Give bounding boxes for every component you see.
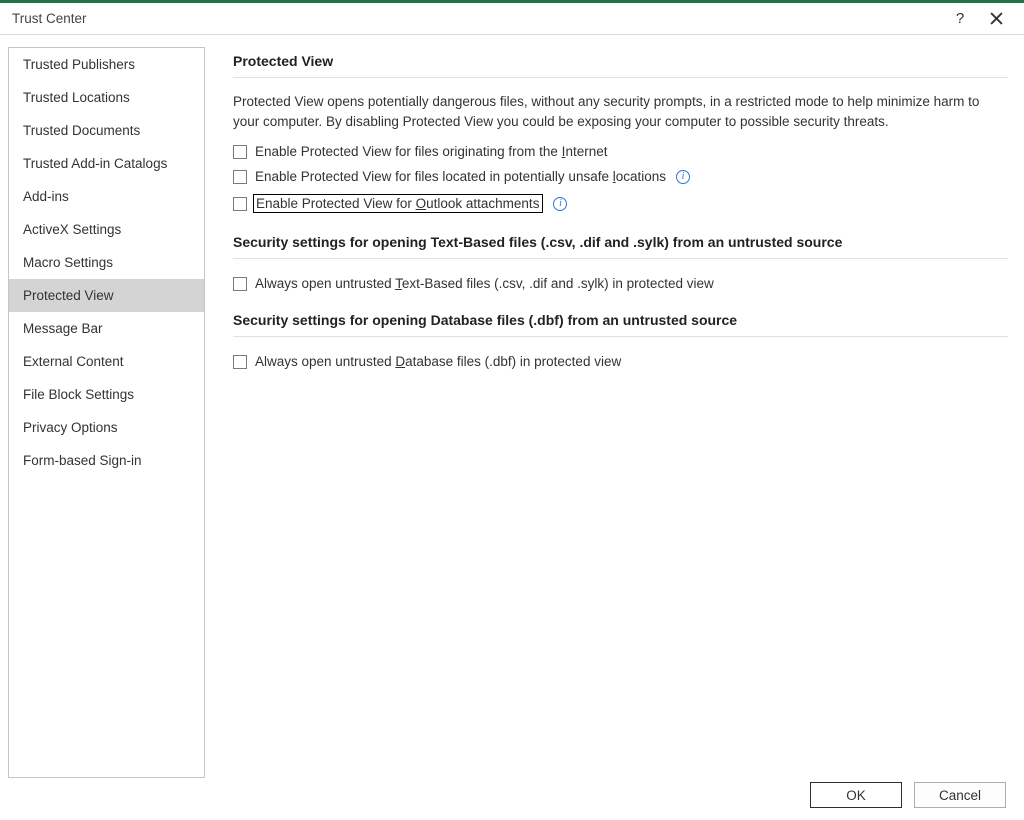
protected-view-description: Protected View opens potentially dangero…	[233, 92, 1008, 131]
sidebar-item-privacy-options[interactable]: Privacy Options	[9, 411, 204, 444]
sidebar-item-macro-settings[interactable]: Macro Settings	[9, 246, 204, 279]
checkbox-database-label[interactable]: Always open untrusted Database files (.d…	[255, 354, 621, 369]
cancel-button[interactable]: Cancel	[914, 782, 1006, 808]
window-title: Trust Center	[12, 11, 942, 26]
checkbox-textbased[interactable]	[233, 277, 247, 291]
sidebar-item-file-block-settings[interactable]: File Block Settings	[9, 378, 204, 411]
checkbox-pv-outlook[interactable]	[233, 197, 247, 211]
sidebar-item-message-bar[interactable]: Message Bar	[9, 312, 204, 345]
ok-button[interactable]: OK	[810, 782, 902, 808]
checkbox-pv-internet[interactable]	[233, 145, 247, 159]
close-icon	[990, 12, 1003, 25]
checkbox-pv-outlook-row: Enable Protected View for Outlook attach…	[233, 191, 1008, 216]
sidebar-item-trusted-documents[interactable]: Trusted Documents	[9, 114, 204, 147]
checkbox-database-row: Always open untrusted Database files (.d…	[233, 351, 1008, 372]
info-icon[interactable]: i	[553, 197, 567, 211]
checkbox-pv-internet-row: Enable Protected View for files originat…	[233, 141, 1008, 162]
section-heading-protected-view: Protected View	[233, 53, 1008, 78]
checkbox-textbased-row: Always open untrusted Text-Based files (…	[233, 273, 1008, 294]
dialog-body: Trusted Publishers Trusted Locations Tru…	[0, 35, 1024, 778]
sidebar-item-form-based-signin[interactable]: Form-based Sign-in	[9, 444, 204, 477]
sidebar-nav: Trusted Publishers Trusted Locations Tru…	[8, 47, 205, 778]
checkbox-pv-internet-label[interactable]: Enable Protected View for files originat…	[255, 144, 607, 159]
checkbox-pv-outlook-label[interactable]: Enable Protected View for Outlook attach…	[253, 194, 543, 213]
sidebar-item-external-content[interactable]: External Content	[9, 345, 204, 378]
section-heading-text-based: Security settings for opening Text-Based…	[233, 234, 1008, 259]
sidebar-item-trusted-publishers[interactable]: Trusted Publishers	[9, 48, 204, 81]
sidebar-item-protected-view[interactable]: Protected View	[9, 279, 204, 312]
sidebar-item-activex-settings[interactable]: ActiveX Settings	[9, 213, 204, 246]
footer-buttons: OK Cancel	[0, 778, 1024, 820]
info-icon[interactable]: i	[676, 170, 690, 184]
checkbox-pv-unsafe-locations[interactable]	[233, 170, 247, 184]
sidebar-item-trusted-locations[interactable]: Trusted Locations	[9, 81, 204, 114]
checkbox-pv-unsafe-locations-label[interactable]: Enable Protected View for files located …	[255, 169, 666, 184]
checkbox-textbased-label[interactable]: Always open untrusted Text-Based files (…	[255, 276, 714, 291]
close-button[interactable]	[978, 5, 1014, 33]
section-heading-database: Security settings for opening Database f…	[233, 312, 1008, 337]
help-button[interactable]: ?	[942, 5, 978, 33]
sidebar-item-trusted-addin-catalogs[interactable]: Trusted Add-in Catalogs	[9, 147, 204, 180]
main-panel: Protected View Protected View opens pote…	[205, 47, 1016, 778]
title-bar: Trust Center ?	[0, 3, 1024, 35]
checkbox-database[interactable]	[233, 355, 247, 369]
checkbox-pv-unsafe-locations-row: Enable Protected View for files located …	[233, 166, 1008, 187]
sidebar-item-addins[interactable]: Add-ins	[9, 180, 204, 213]
